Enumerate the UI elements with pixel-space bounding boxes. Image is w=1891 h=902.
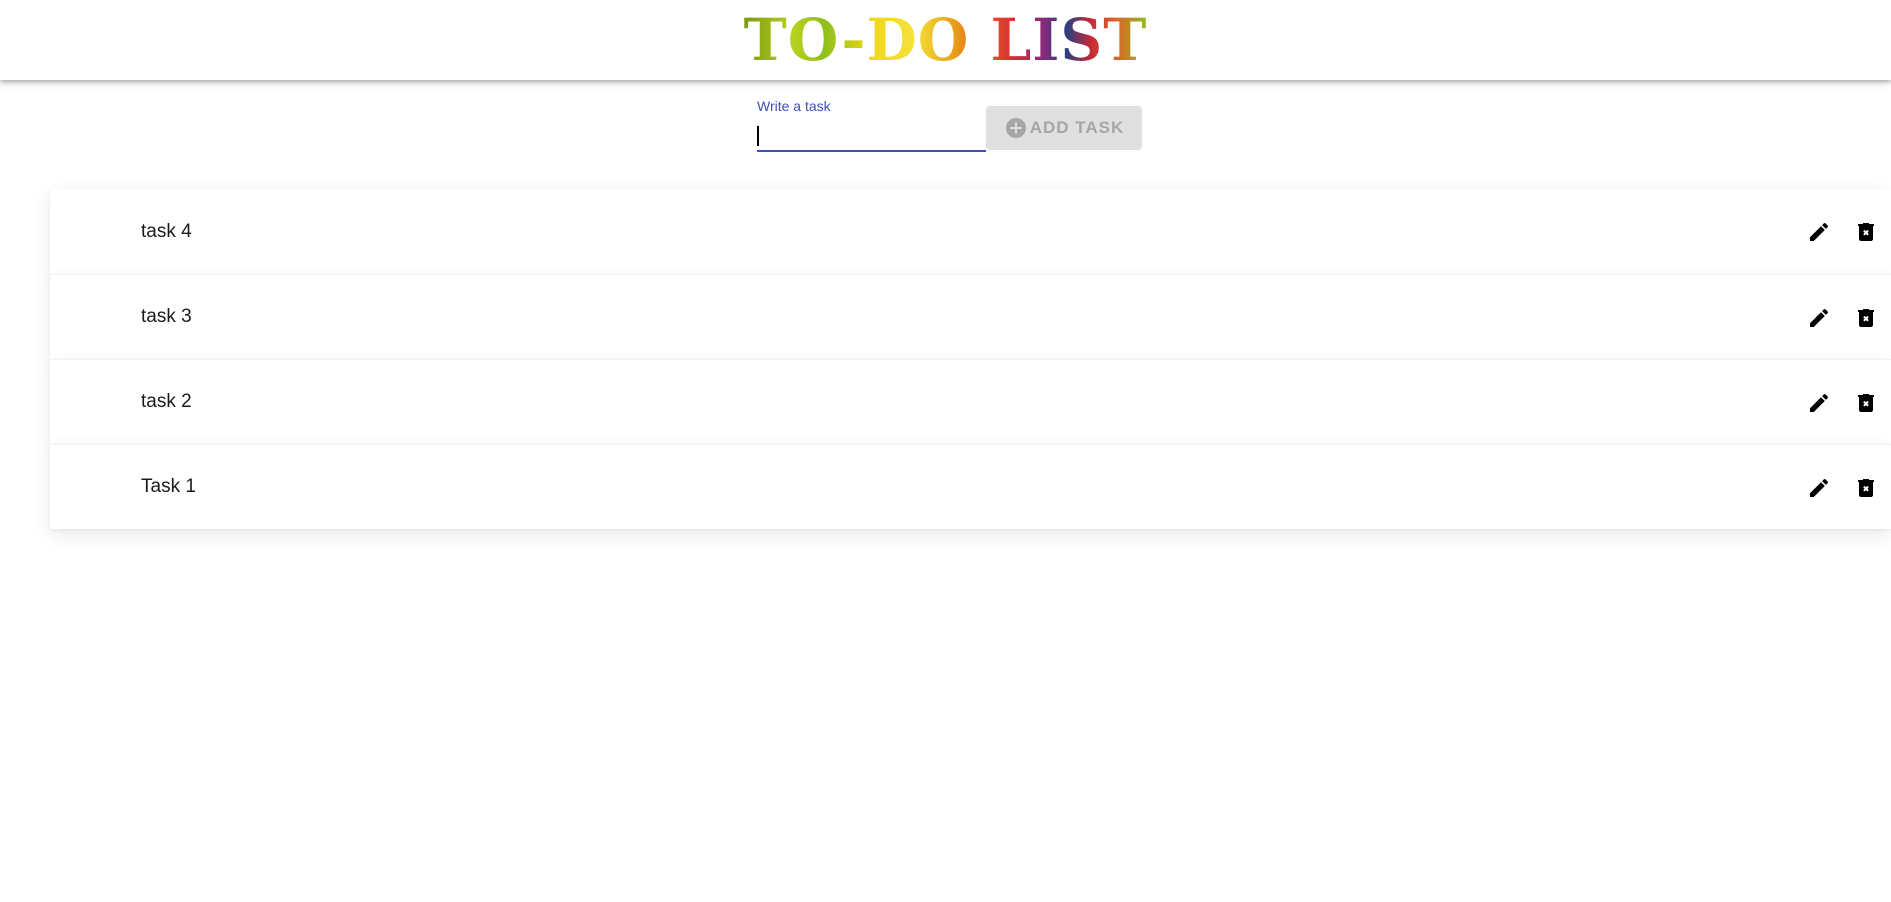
pencil-icon xyxy=(1807,306,1831,330)
add-circle-icon xyxy=(1004,116,1028,140)
task-input-label: Write a task xyxy=(757,98,831,114)
pencil-icon xyxy=(1807,476,1831,500)
pencil-icon xyxy=(1807,391,1831,415)
delete-x-icon xyxy=(1854,220,1878,244)
add-task-button[interactable]: ADD TASK xyxy=(986,106,1142,150)
app-bar: TO-DO LIST xyxy=(0,0,1891,80)
delete-x-icon xyxy=(1854,476,1878,500)
task-form: Write a task ADD TASK xyxy=(757,96,1142,158)
add-task-label: ADD TASK xyxy=(1029,118,1125,137)
task-list: task 4 task 3 task 2 Task 1 xyxy=(50,189,1891,529)
task-row: task 4 xyxy=(50,189,1891,274)
app-title: TO-DO LIST xyxy=(743,6,1148,74)
edit-task-button[interactable] xyxy=(1797,210,1841,254)
task-actions xyxy=(1788,445,1891,530)
delete-task-button[interactable] xyxy=(1851,210,1881,254)
task-text: task 4 xyxy=(141,220,192,242)
delete-x-icon xyxy=(1854,391,1878,415)
delete-x-icon xyxy=(1854,306,1878,330)
delete-task-button[interactable] xyxy=(1851,466,1881,510)
task-text: task 2 xyxy=(141,391,192,412)
delete-task-button[interactable] xyxy=(1851,381,1881,425)
delete-task-button[interactable] xyxy=(1851,296,1881,340)
task-text: Task 1 xyxy=(141,476,196,497)
task-row: task 2 xyxy=(50,359,1891,444)
task-row: Task 1 xyxy=(50,444,1891,529)
pencil-icon xyxy=(1807,220,1831,244)
edit-task-button[interactable] xyxy=(1797,381,1841,425)
edit-task-button[interactable] xyxy=(1797,296,1841,340)
task-text: task 3 xyxy=(141,306,192,327)
text-caret xyxy=(757,126,759,146)
task-actions xyxy=(1788,360,1891,445)
edit-task-button[interactable] xyxy=(1797,466,1841,510)
task-actions xyxy=(1788,189,1891,274)
task-actions xyxy=(1788,275,1891,360)
task-input[interactable] xyxy=(757,122,986,152)
task-input-wrapper: Write a task xyxy=(757,96,986,158)
task-row: task 3 xyxy=(50,274,1891,359)
